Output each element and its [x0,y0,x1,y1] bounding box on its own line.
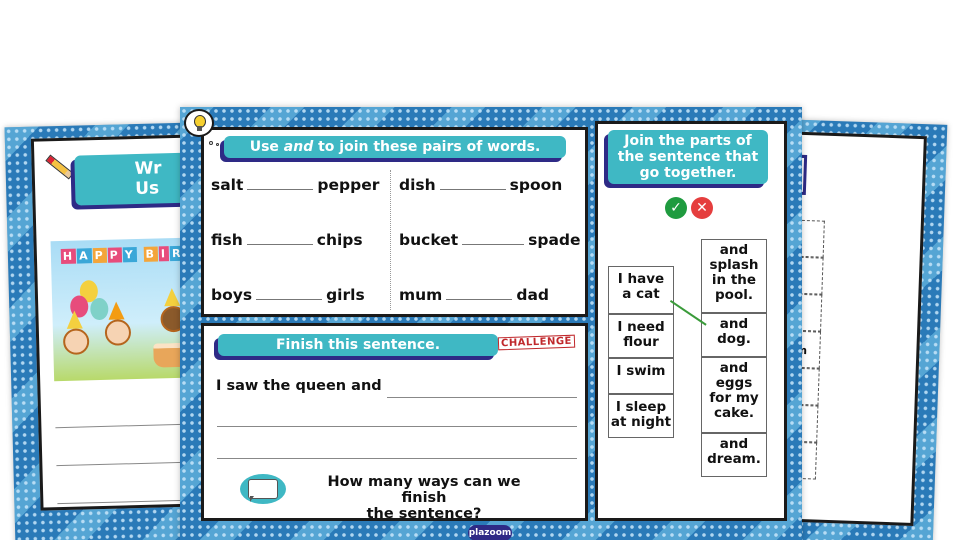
discussion-question: How many ways can we finish the sentence… [304,474,544,522]
lightbulb-idea-icon [184,109,214,137]
word-second: pepper [317,176,380,194]
card-text: pool. [715,287,753,303]
banner-text: Use [249,139,284,155]
word-first: salt [211,176,244,194]
worksheet-left: Wr Us HAPPY BIRT [4,122,216,540]
card-text: for my [709,390,759,406]
banner-line: Join the parts of [624,133,752,149]
join-words-panel: Use and to join these pairs of words. sa… [201,127,588,317]
tick-icon: ✓ [665,197,687,219]
answer-blank[interactable] [246,244,313,245]
bunting-flag: P [107,247,122,263]
question-line-1: How many ways can we finish [327,474,521,506]
word-second: spade [528,231,581,249]
thought-bubble-dot [209,141,213,145]
word-first: mum [399,286,443,304]
word-first: bucket [399,231,459,249]
answer-blank[interactable] [439,189,506,190]
sentence-start: I saw the queen and [216,378,382,394]
cross-icon: ✕ [691,197,713,219]
card-text: I sleep [615,399,667,415]
join-words-banner: Use and to join these pairs of words. [224,136,566,158]
banner-emphasis: and [283,139,314,155]
card-text: and [719,436,749,452]
finish-sentence-banner: Finish this sentence. [218,334,498,356]
answer-blank[interactable] [462,244,525,245]
question-line-2: the sentence? [366,506,482,522]
word-second: girls [326,286,365,304]
word-first: boys [211,286,253,304]
sentence-start-card[interactable]: I swim [608,358,674,394]
bunting-flag: H [60,248,77,264]
card-text: I need [617,319,665,335]
word-pair: mum dad [399,286,549,304]
child-figure [104,319,132,346]
card-text: eggs [715,375,753,391]
bunting-flag: P [92,247,107,264]
card-text: splash [709,257,759,273]
answer-line[interactable] [387,397,577,398]
party-hat-icon [108,301,125,320]
card-text: at night [610,414,672,430]
match-sentence-panel: Join the parts of the sentence that go t… [595,121,787,521]
word-second: dad [516,286,549,304]
child-figure [62,328,90,355]
card-text: and [719,316,749,332]
banner-text: to join these pairs of words. [313,139,541,155]
sentence-start-card[interactable]: I sleep at night [608,394,674,438]
card-text: and [719,242,749,258]
answer-line[interactable] [217,458,577,459]
party-hat-icon [66,310,83,329]
card-text: flour [623,334,659,350]
word-first: fish [211,231,243,249]
balloon-icon [90,297,109,321]
card-text: dream. [707,451,761,467]
sentence-start-card[interactable]: I have a cat [608,266,674,314]
bunting-flag: I [158,246,170,262]
party-hat-icon [163,287,181,307]
match-sentence-banner: Join the parts of the sentence that go t… [608,130,768,184]
bunting-flag: B [143,246,159,262]
answer-blank[interactable] [446,299,513,300]
word-second: spoon [509,176,563,194]
sentence-start-card[interactable]: I need flour [608,314,674,358]
card-text: cake. [713,405,754,421]
banner-line: go together. [639,165,737,181]
sentence-end-card[interactable]: and dream. [701,433,767,477]
finish-sentence-panel: Finish this sentence. CHALLENGE I saw th… [201,323,588,522]
card-text: dog. [717,331,751,347]
card-text: a cat [622,286,660,302]
column-divider [390,170,391,310]
worksheet-main: Use and to join these pairs of words. sa… [180,107,802,540]
pencil-icon [45,154,74,180]
word-first: dish [399,176,436,194]
word-pair: dish spoon [399,176,562,194]
word-pair: fish chips [211,231,363,249]
sentence-end-card[interactable]: and splash in the pool. [701,239,767,313]
card-text: I have [617,271,665,287]
card-text: in the [711,272,757,288]
answer-blank[interactable] [247,189,314,190]
bunting-flag: Y [122,247,137,263]
challenge-stamp: CHALLENGE [497,334,576,351]
thought-bubble-dot [216,143,219,146]
answer-line[interactable] [217,426,577,427]
plazoom-logo: plazoom [468,525,512,540]
banner-line: the sentence that [617,149,759,165]
bunting-flag: A [76,248,92,264]
sentence-end-card[interactable]: and eggs for my cake. [701,357,767,433]
word-pair: bucket spade [399,231,581,249]
card-text: and [719,360,749,376]
answer-blank[interactable] [256,299,323,300]
sentence-end-card[interactable]: and dog. [701,313,767,357]
word-second: chips [316,231,363,249]
card-text: I swim [616,363,666,379]
word-pair: boys girls [211,286,365,304]
word-pair: salt pepper [211,176,379,194]
speech-bubble-icon [240,474,286,504]
